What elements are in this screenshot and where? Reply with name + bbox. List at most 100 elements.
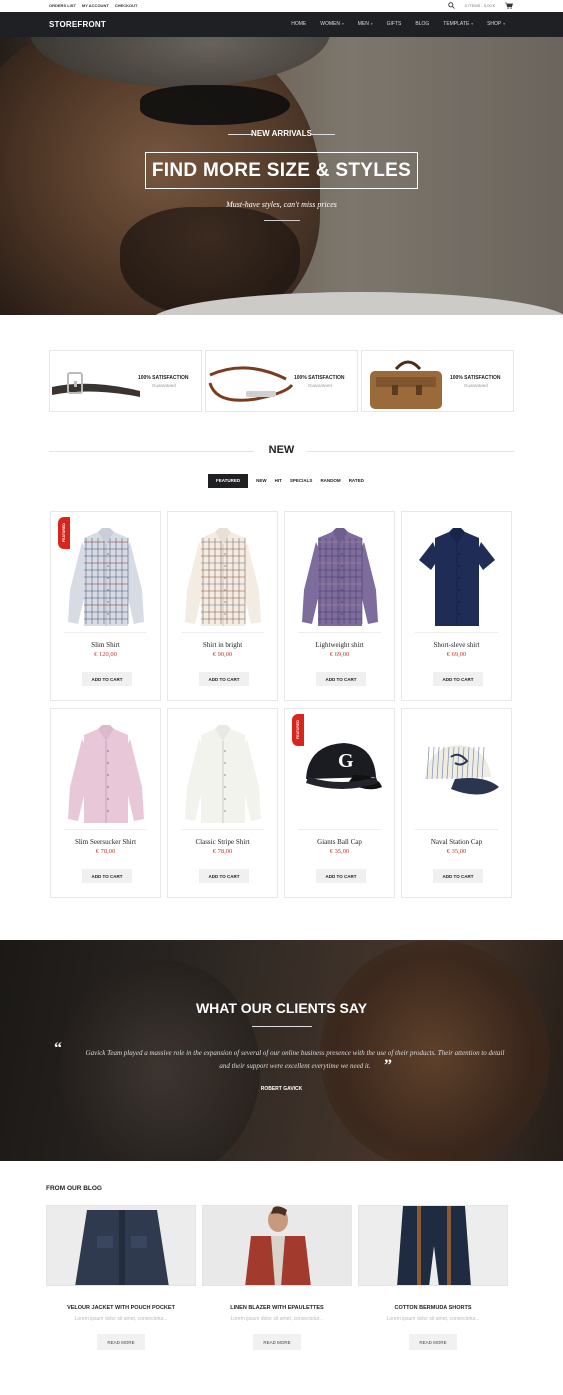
- blog-post-title[interactable]: LINEN BLAZER WITH EPAULETTES: [202, 1305, 352, 1311]
- product-name[interactable]: Naval Station Cap: [402, 838, 511, 846]
- feature-box-bracelet[interactable]: 100% SATISFACTION Guaranteed: [205, 350, 358, 412]
- product-name[interactable]: Classic Stripe Shirt: [168, 838, 277, 846]
- tab-rated[interactable]: RATED: [345, 474, 368, 488]
- blog-image: [47, 1206, 195, 1285]
- hero-eyebrow: NEW ARRIVALS: [251, 129, 312, 138]
- product-card[interactable]: FEATURED Slim Shirt € 120,00 ADD TO CART: [50, 511, 161, 701]
- add-to-cart-button[interactable]: ADD TO CART: [82, 869, 132, 883]
- blog-post-title[interactable]: COTTON BERMUDA SHORTS: [358, 1305, 508, 1311]
- read-more-button[interactable]: READ MORE: [409, 1334, 457, 1350]
- read-more-button[interactable]: READ MORE: [253, 1334, 301, 1350]
- feature-subtitle: Guaranteed: [152, 383, 176, 388]
- product-card[interactable]: Naval Station Cap € 35,00 ADD TO CART: [401, 708, 512, 898]
- utility-links: ORDERS LIST MY ACCOUNT CHECKOUT: [49, 3, 137, 8]
- blog-post: COTTON BERMUDA SHORTS Lorem ipsum dolor …: [358, 1205, 508, 1355]
- tab-hit[interactable]: HIT: [271, 474, 286, 488]
- add-to-cart-button[interactable]: ADD TO CART: [433, 672, 483, 686]
- bracelet-image: [208, 366, 294, 402]
- product-name[interactable]: Slim Seersucker Shirt: [51, 838, 160, 846]
- eyebrow-line-right: [310, 134, 335, 135]
- blog-list: VELOUR JACKET WITH POUCH POCKET Lorem ip…: [46, 1205, 509, 1355]
- product-card[interactable]: G FEATURED Giants Ball Cap € 35,00 ADD T…: [284, 708, 395, 898]
- site-logo[interactable]: STOREFRONT: [49, 20, 106, 29]
- product-image: G: [306, 743, 382, 790]
- section-title: NEW: [268, 444, 295, 456]
- nav-item-home[interactable]: HOME: [284, 21, 313, 27]
- tab-featured[interactable]: FEATURED: [208, 474, 249, 488]
- product-image: [419, 528, 495, 626]
- hero-banner: NEW ARRIVALS FIND MORE SIZE & STYLES Mus…: [0, 37, 563, 315]
- nav-item-men[interactable]: MEN ▾: [351, 21, 380, 27]
- product-image: [68, 528, 144, 626]
- product-price: € 78,00: [95, 848, 116, 855]
- testimonial-author: ROBERT GAVICK: [260, 1086, 303, 1092]
- cart-icon[interactable]: [505, 2, 513, 9]
- hero-subtitle: Must-have styles, can't miss prices: [226, 200, 337, 209]
- product-image: [185, 725, 261, 823]
- orders-list-link[interactable]: ORDERS LIST: [49, 3, 76, 8]
- chevron-down-icon: ▾: [471, 22, 474, 26]
- search-icon[interactable]: [448, 2, 455, 9]
- blog-post-image[interactable]: [202, 1205, 352, 1286]
- product-name[interactable]: Shirt in bright: [168, 641, 277, 649]
- product-card[interactable]: Slim Seersucker Shirt € 78,00 ADD TO CAR…: [50, 708, 161, 898]
- cart-summary[interactable]: 0 ITEMS - 0,00 €: [465, 3, 495, 8]
- product-card[interactable]: Shirt in bright € 90,00 ADD TO CART: [167, 511, 278, 701]
- featured-badge: FEATURED: [292, 714, 304, 746]
- product-price: € 69,00: [329, 651, 350, 658]
- product-card[interactable]: Short-sleve shirt € 69,00 ADD TO CART: [401, 511, 512, 701]
- nav-item-label: TEMPLATE: [443, 21, 470, 27]
- blog-post: LINEN BLAZER WITH EPAULETTES Lorem ipsum…: [202, 1205, 352, 1355]
- blog-image: [359, 1206, 507, 1285]
- nav-menu: HOME WOMEN ▾ MEN ▾ GIFTS BLOG TEMPLATE ▾ SHOP ▾: [284, 21, 512, 27]
- add-to-cart-button[interactable]: ADD TO CART: [433, 869, 483, 883]
- nav-item-gifts[interactable]: GIFTS: [380, 21, 409, 27]
- product-image: [185, 528, 261, 626]
- add-to-cart-button[interactable]: ADD TO CART: [199, 672, 249, 686]
- nav-item-label: HOME: [291, 21, 307, 27]
- nav-item-label: GIFTS: [386, 21, 402, 27]
- blog-post-title[interactable]: VELOUR JACKET WITH POUCH POCKET: [46, 1305, 196, 1311]
- nav-item-label: MEN: [357, 21, 369, 27]
- product-card[interactable]: Lightweight shirt € 69,00 ADD TO CART: [284, 511, 395, 701]
- add-to-cart-button[interactable]: ADD TO CART: [82, 672, 132, 686]
- nav-item-template[interactable]: TEMPLATE ▾: [436, 21, 480, 27]
- feature-title: 100% SATISFACTION: [450, 375, 501, 381]
- product-name[interactable]: Lightweight shirt: [285, 641, 394, 649]
- product-price: € 120,00: [94, 651, 117, 658]
- product-image: [302, 528, 378, 626]
- tab-specials[interactable]: SPECIALS: [286, 474, 317, 488]
- product-price: € 35,00: [446, 848, 467, 855]
- product-name[interactable]: Giants Ball Cap: [285, 838, 394, 846]
- product-image: [425, 745, 499, 795]
- my-account-link[interactable]: MY ACCOUNT: [82, 3, 109, 8]
- add-to-cart-button[interactable]: ADD TO CART: [316, 672, 366, 686]
- product-price: € 78,00: [212, 848, 233, 855]
- blog-post: VELOUR JACKET WITH POUCH POCKET Lorem ip…: [46, 1205, 196, 1355]
- nav-item-women[interactable]: WOMEN ▾: [313, 21, 351, 27]
- add-to-cart-button[interactable]: ADD TO CART: [316, 869, 366, 883]
- hero-title: FIND MORE SIZE & STYLES: [151, 159, 412, 181]
- bag-image: [370, 360, 442, 409]
- product-card[interactable]: Classic Stripe Shirt € 78,00 ADD TO CART: [167, 708, 278, 898]
- feature-box-bag[interactable]: 100% SATISFACTION Guaranteed: [361, 350, 514, 412]
- testimonial-divider: [252, 1026, 312, 1027]
- new-section-heading: NEW: [49, 443, 514, 459]
- add-to-cart-button[interactable]: ADD TO CART: [199, 869, 249, 883]
- nav-item-label: SHOP: [487, 21, 502, 27]
- featured-badge: FEATURED: [58, 517, 70, 549]
- tab-random[interactable]: RANDOM: [316, 474, 344, 488]
- nav-item-shop[interactable]: SHOP ▾: [480, 21, 512, 27]
- checkout-link[interactable]: CHECKOUT: [115, 3, 138, 8]
- blog-post-image[interactable]: [358, 1205, 508, 1286]
- product-name[interactable]: Slim Shirt: [51, 641, 160, 649]
- feature-box-belt[interactable]: 100% SATISFACTION Guaranteed: [49, 350, 202, 412]
- product-name[interactable]: Short-sleve shirt: [402, 641, 511, 649]
- product-price: € 90,00: [212, 651, 233, 658]
- chevron-down-icon: ▾: [341, 22, 344, 26]
- tab-new[interactable]: NEW: [252, 474, 271, 488]
- product-grid: FEATURED Slim Shirt € 120,00 ADD TO CART…: [50, 511, 513, 898]
- blog-post-image[interactable]: [46, 1205, 196, 1286]
- nav-item-blog[interactable]: BLOG: [408, 21, 436, 27]
- read-more-button[interactable]: READ MORE: [97, 1334, 145, 1350]
